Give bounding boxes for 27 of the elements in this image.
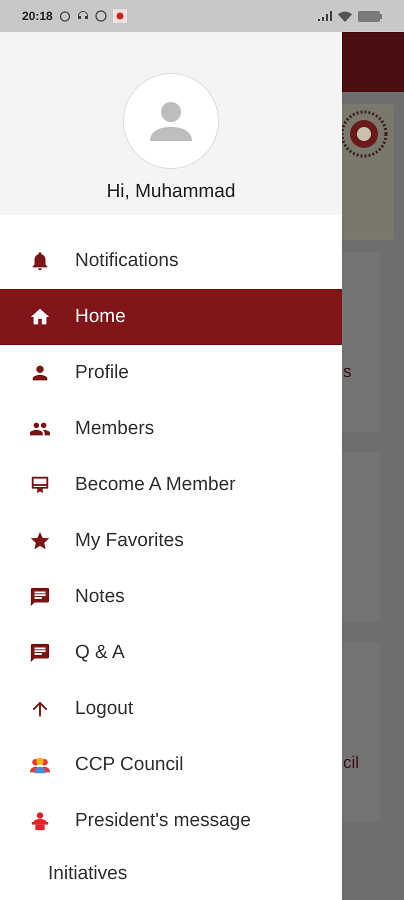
battery-icon xyxy=(358,10,382,22)
menu-item[interactable]: Profile xyxy=(0,345,342,401)
menu-item[interactable]: Q & A xyxy=(0,625,342,681)
background-text: cil xyxy=(343,753,360,773)
menu-item[interactable]: Initiatives xyxy=(0,849,342,899)
menu-item[interactable]: Home xyxy=(0,289,342,345)
headset-icon xyxy=(76,10,89,22)
menu-item[interactable]: Logout xyxy=(0,681,342,737)
wifi-icon xyxy=(338,10,352,22)
star-icon xyxy=(29,530,51,552)
menu-item[interactable]: President's message xyxy=(0,793,342,849)
certificate-icon xyxy=(29,474,51,496)
signal-icon xyxy=(318,11,332,21)
menu-item[interactable]: Become A Member xyxy=(0,457,342,513)
menu-item[interactable]: My Favorites xyxy=(0,513,342,569)
speaker-icon xyxy=(29,810,51,832)
background-text: s xyxy=(343,362,352,382)
app-icon xyxy=(112,9,127,23)
menu-item[interactable]: Members xyxy=(0,401,342,457)
menu-item[interactable]: Notifications xyxy=(0,233,342,289)
message-icon xyxy=(29,642,51,664)
status-time: 20:18 xyxy=(22,9,53,23)
message-icon xyxy=(29,586,51,608)
app-bar xyxy=(342,32,404,92)
menu-item[interactable]: CCP Council xyxy=(0,737,342,793)
menu-item[interactable]: Notes xyxy=(0,569,342,625)
greeting-text: Hi, Muhammad xyxy=(106,181,236,203)
